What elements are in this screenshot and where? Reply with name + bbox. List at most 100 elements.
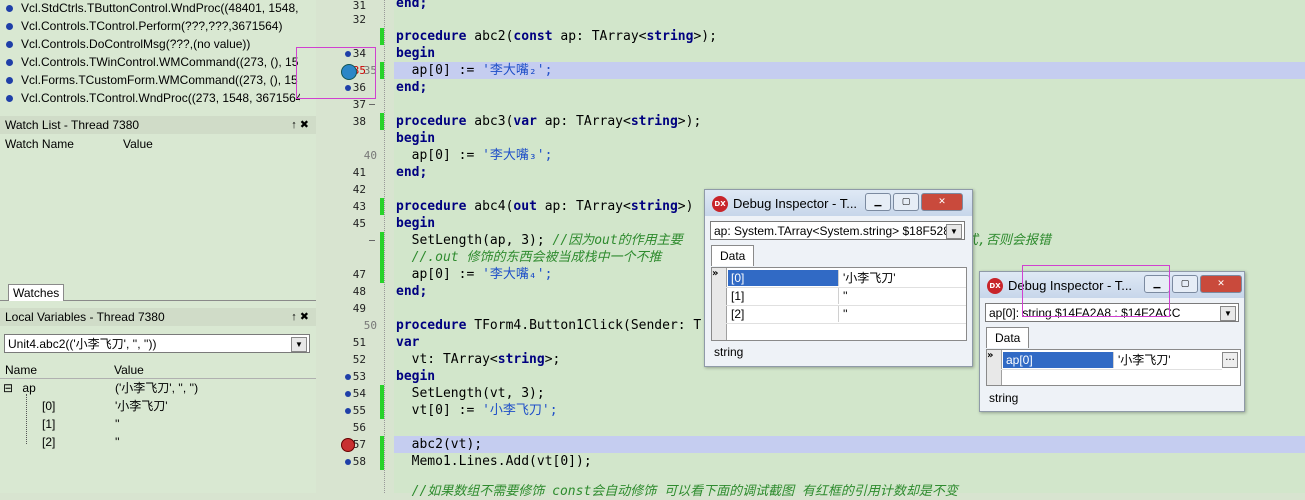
var-name[interactable]: [2] [42, 434, 55, 451]
breakpoint-dot-icon[interactable] [345, 408, 351, 414]
code-line[interactable]: SetLength(ap, 3); //因为out的作用主要 [396, 232, 683, 249]
app-icon: DX [987, 278, 1003, 294]
close-icon[interactable]: ✖ [300, 119, 312, 131]
call-stack-item[interactable]: Vcl.Controls.TControl.WndProc((273, 1548… [0, 90, 300, 107]
data-grid[interactable]: » ap[0] '小李飞刀' ... [986, 349, 1241, 386]
line-number: 32 [352, 13, 366, 26]
collapse-icon[interactable]: ⊟ [3, 381, 13, 395]
window-title: Debug Inspector - T... [733, 196, 858, 211]
frame-icon [6, 77, 13, 85]
data-grid[interactable]: » [0] '小李飞刀' [1] '' [2] '' [711, 267, 967, 341]
code-line[interactable]: procedure abc3(var ap: TArray<string>); [396, 113, 701, 130]
code-line[interactable]: ap[0] := '李大嘴₃'; [396, 147, 553, 164]
call-stack-item[interactable]: Vcl.StdCtrls.TButtonControl.WndProc((484… [0, 0, 300, 17]
chevron-down-icon[interactable]: ▼ [291, 337, 307, 352]
breakpoint-line-highlight [394, 436, 1305, 453]
var-name[interactable]: [0] [42, 398, 55, 415]
code-line[interactable]: vt: TArray<string>; [396, 351, 561, 368]
frame-label: Vcl.Forms.TCustomForm.WMCommand((273, ()… [21, 73, 298, 87]
column-header-value[interactable]: Value [114, 363, 144, 377]
var-value: '' [115, 435, 120, 449]
breakpoint-dot-icon[interactable] [345, 391, 351, 397]
line-number: 47 [352, 268, 366, 281]
modified-marker [380, 198, 384, 215]
line-number: 45 [352, 217, 366, 230]
code-line[interactable]: var [396, 334, 419, 351]
expression-value: ap: System.TArray<System.string> $18F528 [714, 224, 950, 238]
column-header-value[interactable]: Value [123, 137, 153, 151]
expression-select[interactable]: ap: System.TArray<System.string> $18F528… [710, 221, 965, 240]
grid-row[interactable]: ap[0] '小李飞刀' [1001, 352, 1222, 370]
debug-inspector-window[interactable]: DX Debug Inspector - T... ▁ ▢ ✕ ap: Syst… [704, 189, 973, 367]
code-line[interactable]: procedure abc4(out ap: TArray<string>) [396, 198, 693, 215]
code-line[interactable]: begin [396, 45, 435, 62]
code-line[interactable]: vt[0] := '小李飞刀'; [396, 402, 558, 419]
close-icon[interactable]: ✕ [1200, 275, 1242, 293]
code-line[interactable]: //如果数组不需要修饰 const会自动修饰 可以看下面的调试截图 有红框的引用… [396, 483, 958, 500]
breakpoint-dot-icon[interactable] [345, 374, 351, 380]
chevron-down-icon[interactable]: ▼ [946, 224, 962, 239]
code-line[interactable]: begin [396, 215, 435, 232]
code-line[interactable]: end; [396, 0, 427, 12]
close-icon[interactable]: ✕ [921, 193, 963, 211]
var-value: ('小李飞刀', '', '') [115, 381, 199, 395]
column-header-name[interactable]: Name [5, 363, 37, 377]
grid-row[interactable]: [0] '小李飞刀' [726, 270, 966, 288]
breakpoint-icon[interactable] [341, 438, 355, 452]
call-stack-item[interactable]: Vcl.Controls.TControl.Perform(???,???,36… [0, 18, 300, 35]
code-line[interactable]: abc2(vt); [396, 436, 482, 453]
frame-label: Vcl.Controls.DoControlMsg(???,(no value)… [21, 37, 251, 51]
pin-icon[interactable]: ↑ [291, 119, 300, 131]
code-line[interactable]: //.out 修饰的东西会被当成栈中一个不推 [396, 249, 662, 266]
modified-marker [380, 232, 384, 283]
annotation-box [296, 47, 376, 99]
frame-label: Vcl.StdCtrls.TButtonControl.WndProc((484… [21, 1, 299, 15]
maximize-icon[interactable]: ▢ [1172, 275, 1198, 293]
code-line[interactable]: end; [396, 164, 427, 181]
breakpoint-dot-icon[interactable] [345, 459, 351, 465]
line-number: 43 [352, 200, 366, 213]
line-number: 42 [352, 183, 366, 196]
code-line[interactable]: end; [396, 283, 427, 300]
pin-icon[interactable]: ↑ [291, 311, 300, 323]
code-line[interactable]: begin [396, 368, 435, 385]
chevron-down-icon[interactable]: ▼ [1220, 306, 1236, 321]
close-icon[interactable]: ✖ [300, 311, 312, 323]
call-stack-item[interactable]: Vcl.Forms.TCustomForm.WMCommand((273, ()… [0, 72, 300, 89]
tab-data[interactable]: Data [986, 327, 1030, 348]
code-line[interactable]: SetLength(vt, 3); [396, 385, 545, 402]
var-name: ap [22, 381, 36, 395]
code-line[interactable]: end; [396, 79, 427, 96]
column-header-name[interactable]: Watch Name [5, 137, 74, 151]
call-stack-item[interactable]: Vcl.Controls.DoControlMsg(???,(no value)… [0, 36, 300, 53]
grid-row[interactable]: [1] '' [726, 288, 966, 306]
minimize-icon[interactable]: ▁ [865, 193, 891, 211]
row-indicator: » [712, 268, 727, 340]
grid-row[interactable]: [2] '' [726, 306, 966, 324]
panel-title: Local Variables - Thread 7380 [5, 310, 165, 324]
window-titlebar[interactable]: DX Debug Inspector - T... ▁ ▢ ✕ [705, 190, 972, 216]
line-number: 50 [363, 319, 377, 332]
tab-data[interactable]: Data [711, 245, 755, 266]
var-name[interactable]: [1] [42, 416, 55, 433]
modified-marker [380, 28, 384, 45]
tree-row[interactable]: ⊟ ap [3, 380, 36, 397]
maximize-icon[interactable]: ▢ [893, 193, 919, 211]
tab-watches[interactable]: Watches [8, 284, 65, 301]
call-stack-item[interactable]: Vcl.Controls.TWinControl.WMCommand((273,… [0, 54, 300, 71]
code-line[interactable]: ap[0] := '李大嘴₄'; [396, 266, 553, 283]
type-status: string [714, 345, 744, 359]
code-line[interactable]: begin [396, 130, 435, 147]
code-line[interactable]: Memo1.Lines.Add(vt[0]); [396, 453, 592, 470]
line-number: 54 [352, 387, 366, 400]
code-line[interactable]: procedure TForm4.Button1Click(Sender: T [396, 317, 701, 334]
code-line[interactable]: ap[0] := '李大嘴₂'; [396, 62, 553, 79]
code-line-tail[interactable]: 式,否则会报错 [965, 232, 1051, 249]
code-line[interactable]: procedure abc2(const ap: TArray<string>)… [396, 28, 717, 45]
modified-marker [380, 436, 384, 470]
panel-title: Watch List - Thread 7380 [5, 118, 140, 132]
frame-icon [6, 23, 13, 31]
watch-list-titlebar: Watch List - Thread 7380 ↑✖ [0, 116, 316, 134]
ellipsis-button[interactable]: ... [1222, 352, 1238, 368]
scope-select[interactable]: Unit4.abc2(('小李飞刀', '', '')) ▼ [4, 334, 310, 353]
